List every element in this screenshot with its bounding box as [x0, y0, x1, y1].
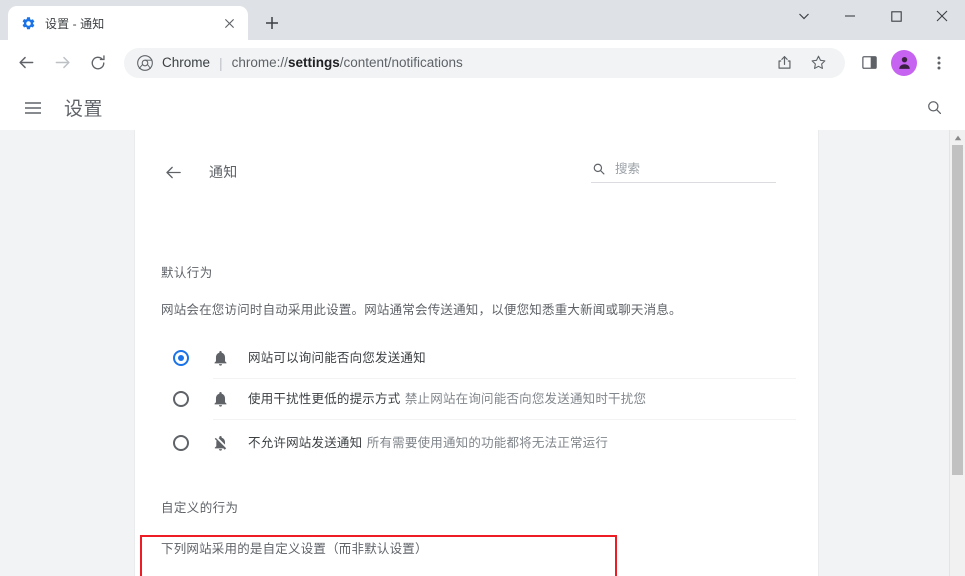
- notification-radio-group: 网站可以询问能否向您发送通知 使用干扰性更低的提示方式 禁止网站在询问能否向您发…: [161, 338, 796, 467]
- settings-page: 设置 通知 搜索 默认行为 网站会在您访问时自动采用此设置。网站通常会传送通知，…: [0, 85, 965, 576]
- address-bar[interactable]: Chrome | chrome://settings/content/notif…: [124, 47, 845, 78]
- radio-option-ask-text: 网站可以询问能否向您发送通知: [248, 349, 786, 368]
- scrollbar-thumb[interactable]: [952, 145, 963, 475]
- hamburger-menu-icon[interactable]: [20, 95, 46, 121]
- omnibox-separator: |: [219, 54, 223, 71]
- profile-avatar-icon[interactable]: [891, 49, 917, 76]
- new-tab-button[interactable]: [258, 9, 286, 37]
- chevron-down-icon[interactable]: [781, 0, 827, 32]
- side-panel-icon[interactable]: [854, 48, 884, 78]
- settings-gear-icon: [20, 15, 36, 31]
- search-input[interactable]: [615, 162, 776, 176]
- radio-option-ask-title: 网站可以询问能否向您发送通知: [248, 350, 426, 365]
- scroll-up-arrow-icon[interactable]: [950, 130, 965, 145]
- settings-content-area: 通知 默认行为 网站会在您访问时自动采用此设置。网站通常会: [0, 130, 965, 576]
- tab-title: 设置 - 通知: [45, 16, 105, 31]
- radio-option-quieter-title: 使用干扰性更低的提示方式: [248, 391, 401, 406]
- omnibox-url: chrome://settings/content/notifications: [232, 55, 767, 70]
- radio-button-ask[interactable]: [173, 350, 189, 367]
- subpage-title: 通知: [209, 164, 238, 180]
- settings-card: 通知 默认行为 网站会在您访问时自动采用此设置。网站通常会: [135, 130, 818, 576]
- maximize-icon[interactable]: [873, 0, 919, 32]
- omnibox-actions: [767, 48, 835, 78]
- bell-icon: [211, 390, 230, 409]
- radio-option-quieter[interactable]: 使用干扰性更低的提示方式 禁止网站在询问能否向您发送通知时干扰您: [161, 379, 796, 420]
- bell-icon: [211, 349, 230, 368]
- radio-button-block[interactable]: [173, 435, 189, 452]
- back-arrow-icon[interactable]: [11, 48, 41, 78]
- minimize-icon[interactable]: [827, 0, 873, 32]
- share-icon[interactable]: [769, 48, 799, 78]
- browser-toolbar: Chrome | chrome://settings/content/notif…: [0, 40, 965, 85]
- star-icon[interactable]: [803, 48, 833, 78]
- custom-behavior-heading: 自定义的行为: [161, 500, 239, 515]
- omnibox-url-suffix: /content/notifications: [339, 55, 463, 70]
- omnibox-url-bold: settings: [287, 55, 340, 70]
- custom-behavior-section: 自定义的行为 下列网站采用的是自定义设置（而非默认设置）: [161, 497, 796, 557]
- radio-option-block-text: 不允许网站发送通知 所有需要使用通知的功能都将无法正常运行: [248, 434, 786, 453]
- radio-button-quieter[interactable]: [173, 391, 189, 408]
- radio-option-quieter-subtitle: 禁止网站在询问能否向您发送通知时干扰您: [404, 391, 647, 406]
- search-icon[interactable]: [921, 95, 947, 121]
- three-dot-menu-icon[interactable]: [924, 48, 954, 78]
- default-behavior-description: 网站会在您访问时自动采用此设置。网站通常会传送通知，以便您知悉重大新闻或聊天消息…: [161, 303, 682, 317]
- close-icon[interactable]: [220, 14, 238, 32]
- back-arrow-icon[interactable]: [161, 160, 185, 184]
- browser-tab[interactable]: 设置 - 通知: [8, 6, 248, 40]
- radio-option-ask[interactable]: 网站可以询问能否向您发送通知: [161, 338, 796, 379]
- chrome-logo-icon: [136, 54, 153, 71]
- radio-option-block-title: 不允许网站发送通知: [248, 435, 363, 450]
- subpage-header: 通知: [135, 130, 818, 192]
- omnibox-url-prefix: chrome://: [231, 55, 288, 70]
- settings-card-inner: 通知 默认行为 网站会在您访问时自动采用此设置。网站通常会: [135, 130, 818, 576]
- page-title: 设置: [64, 99, 104, 120]
- radio-option-block[interactable]: 不允许网站发送通知 所有需要使用通知的功能都将无法正常运行: [161, 420, 796, 467]
- default-behavior-heading: 默认行为: [161, 266, 213, 280]
- custom-behavior-description: 下列网站采用的是自定义设置（而非默认设置）: [161, 541, 428, 556]
- forward-arrow-icon[interactable]: [47, 48, 77, 78]
- settings-search-box[interactable]: [591, 162, 776, 183]
- window-controls: [781, 0, 965, 32]
- bell-off-icon: [211, 434, 230, 453]
- settings-top-bar: 设置: [0, 85, 965, 130]
- radio-option-block-subtitle: 所有需要使用通知的功能都将无法正常运行: [366, 435, 609, 450]
- reload-icon[interactable]: [83, 48, 113, 78]
- radio-option-quieter-text: 使用干扰性更低的提示方式 禁止网站在询问能否向您发送通知时干扰您: [248, 390, 786, 409]
- tab-strip: 设置 - 通知: [0, 0, 965, 40]
- close-icon[interactable]: [919, 0, 965, 32]
- browser-window: 设置 - 通知 Chrome | chrome://settings/conte…: [0, 0, 965, 576]
- omnibox-scheme-label: Chrome: [162, 55, 211, 70]
- default-behavior-section: 默认行为 网站会在您访问时自动采用此设置。网站通常会传送通知，以便您知悉重大新闻…: [135, 262, 818, 557]
- search-icon: [591, 162, 606, 177]
- page-scrollbar[interactable]: [949, 130, 965, 576]
